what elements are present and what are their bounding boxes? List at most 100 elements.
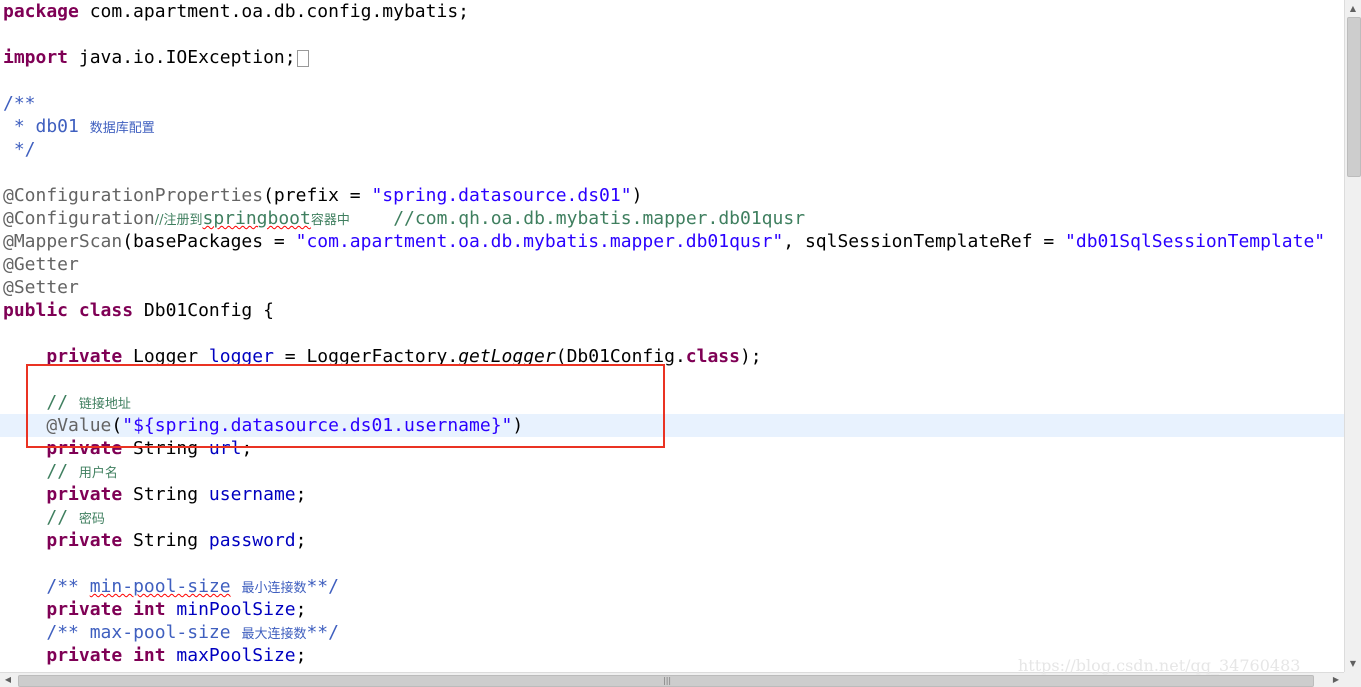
- javadoc-close: **/: [306, 622, 339, 643]
- annotation: @Configuration: [3, 208, 155, 229]
- code-text: (Db01Config.: [555, 346, 686, 367]
- code-line-min-pool-field[interactable]: private int minPoolSize;: [3, 598, 306, 621]
- javadoc-open: /**: [46, 622, 90, 643]
- field-name: url: [208, 438, 242, 459]
- code-line-username-field[interactable]: private String username;: [3, 483, 306, 506]
- code-line-javadoc-max-pool[interactable]: /** max-pool-size 最大连接数**/: [3, 621, 339, 644]
- javadoc-open: /**: [46, 576, 90, 597]
- code-text: (basePackages =: [122, 231, 296, 252]
- scroll-up-arrow-icon[interactable]: ▲: [1345, 0, 1361, 17]
- field-name: maxPoolSize: [176, 645, 296, 666]
- scroll-down-arrow-icon[interactable]: ▼: [1345, 655, 1361, 672]
- comment-chinese-text: 密码: [78, 512, 105, 527]
- string-literal: "spring.datasource.ds01": [371, 185, 632, 206]
- code-line-javadoc-min-pool[interactable]: /** min-pool-size 最小连接数**/: [3, 575, 339, 598]
- watermark-text: https://blog.csdn.net/qq_34760483: [1018, 656, 1301, 675]
- code-line-logger[interactable]: private Logger logger = LoggerFactory.ge…: [3, 345, 762, 368]
- code-line-max-pool-field[interactable]: private int maxPoolSize;: [3, 644, 306, 667]
- code-editor[interactable]: package com.apartment.oa.db.config.mybat…: [0, 0, 1344, 672]
- javadoc-close: **/: [306, 576, 339, 597]
- comment-chinese-text: 用户名: [78, 466, 118, 481]
- code-text: ): [631, 185, 643, 206]
- code-line-getter[interactable]: @Getter: [3, 253, 79, 276]
- keyword: public: [3, 300, 69, 321]
- keyword: int: [133, 645, 166, 666]
- keyword: private: [46, 346, 123, 367]
- javadoc-misspelled-word: min-pool-size: [89, 576, 231, 597]
- javadoc-open: /**: [3, 93, 36, 114]
- package-name: com.apartment.oa.db.config.mybatis;: [78, 1, 469, 22]
- code-line-setter[interactable]: @Setter: [3, 276, 79, 299]
- vertical-scroll-thumb[interactable]: [1347, 17, 1361, 177]
- code-line-comment-url[interactable]: // 链接地址: [3, 391, 131, 414]
- comment: //注册到: [154, 213, 203, 228]
- scroll-left-arrow-icon[interactable]: ◀: [0, 673, 16, 687]
- type-name: String: [122, 484, 209, 505]
- code-line-class-decl[interactable]: public class Db01Config {: [3, 299, 274, 322]
- code-line-javadoc-close[interactable]: */: [3, 138, 36, 161]
- code-line-comment-password[interactable]: // 密码: [3, 506, 105, 529]
- code-line-package[interactable]: package com.apartment.oa.db.config.mybat…: [3, 0, 469, 23]
- grip-icon: |||: [663, 676, 672, 685]
- keyword: private: [46, 438, 123, 459]
- field-name: logger: [208, 346, 274, 367]
- type-name: Logger: [122, 346, 209, 367]
- annotation: @Setter: [3, 277, 79, 298]
- class-name: Db01Config {: [133, 300, 274, 321]
- comment: //: [46, 507, 79, 528]
- javadoc-text: * db01: [3, 116, 90, 137]
- comment: //com.qh.oa.db.mybatis.mapper.db01qusr: [349, 208, 806, 229]
- annotation: @ConfigurationProperties: [3, 185, 264, 206]
- code-text: );: [739, 346, 762, 367]
- comment: //: [46, 392, 79, 413]
- javadoc-space: [231, 576, 242, 597]
- code-text: = LoggerFactory.: [273, 346, 459, 367]
- code-line-url-field[interactable]: private String url;: [3, 437, 252, 460]
- field-name: password: [208, 530, 296, 551]
- javadoc-chinese-text: 最大连接数: [241, 627, 307, 642]
- annotation: @Getter: [3, 254, 79, 275]
- code-line-configuration[interactable]: @Configuration//注册到springboot容器中 //com.q…: [3, 207, 805, 230]
- annotation: @MapperScan: [3, 231, 123, 252]
- javadoc-chinese-text: 数据库配置: [89, 121, 155, 136]
- code-line-import[interactable]: import java.io.IOException;: [3, 46, 309, 69]
- code-text: ;: [295, 530, 307, 551]
- type-name: String: [122, 530, 209, 551]
- horizontal-scroll-thumb[interactable]: |||: [18, 675, 1314, 687]
- type-name: String: [122, 438, 209, 459]
- vertical-scrollbar[interactable]: ▲ ▼: [1344, 0, 1361, 672]
- collapsed-import-icon[interactable]: [296, 49, 309, 67]
- field-name: username: [208, 484, 296, 505]
- code-text: , sqlSessionTemplateRef =: [783, 231, 1066, 252]
- static-method: getLogger: [458, 346, 556, 367]
- code-text: (: [111, 415, 123, 436]
- field-name: minPoolSize: [176, 599, 296, 620]
- keyword: class: [685, 346, 740, 367]
- scroll-right-arrow-icon[interactable]: ▶: [1328, 673, 1344, 687]
- code-line-configuration-properties[interactable]: @ConfigurationProperties(prefix = "sprin…: [3, 184, 642, 207]
- keyword: package: [3, 1, 79, 22]
- comment: //: [46, 461, 79, 482]
- code-text: ;: [241, 438, 253, 459]
- code-text: ;: [295, 645, 307, 666]
- scrollbar-corner: [1344, 672, 1361, 687]
- code-line-comment-username[interactable]: // 用户名: [3, 460, 118, 483]
- comment-chinese-text: 链接地址: [78, 397, 131, 412]
- code-line-value-annotation[interactable]: @Value("${spring.datasource.ds01.usernam…: [3, 414, 523, 437]
- comment-misspelled-word: springboot: [202, 208, 311, 229]
- keyword: class: [78, 300, 134, 321]
- javadoc-chinese-text: 最小连接数: [241, 581, 307, 596]
- string-literal: "com.apartment.oa.db.mybatis.mapper.db01…: [295, 231, 784, 252]
- keyword: private: [46, 484, 123, 505]
- code-line-javadoc-open[interactable]: /**: [3, 92, 36, 115]
- javadoc-text: max-pool-size: [89, 622, 231, 643]
- code-line-mapper-scan[interactable]: @MapperScan(basePackages = "com.apartmen…: [3, 230, 1325, 253]
- keyword: int: [133, 599, 166, 620]
- string-literal: "db01SqlSessionTemplate": [1065, 231, 1326, 252]
- import-name: java.io.IOException;: [68, 47, 296, 68]
- javadoc-close: */: [3, 139, 36, 160]
- code-text: ): [512, 415, 524, 436]
- code-text: ;: [295, 599, 307, 620]
- code-line-javadoc-desc[interactable]: * db01 数据库配置: [3, 115, 155, 138]
- code-line-password-field[interactable]: private String password;: [3, 529, 306, 552]
